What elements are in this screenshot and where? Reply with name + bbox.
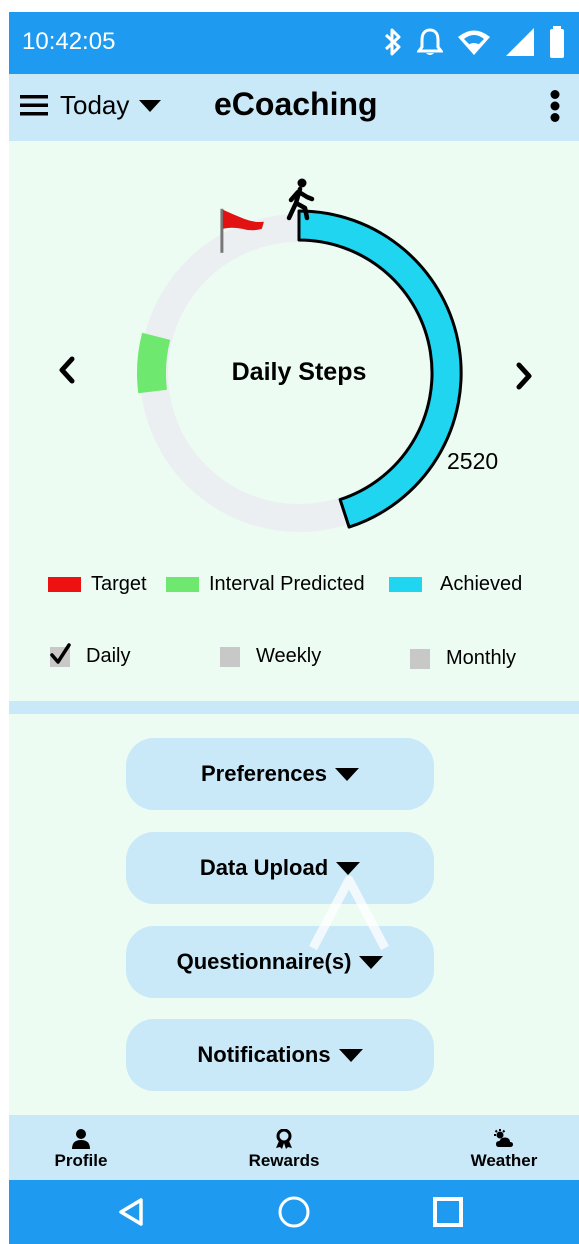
legend-swatch-achieved (389, 577, 422, 592)
award-icon (276, 1129, 292, 1149)
caret-down-icon (139, 99, 162, 112)
caret-down-icon (338, 1048, 363, 1062)
notifications-button-label: Notifications (197, 1042, 331, 1067)
person-icon (72, 1129, 90, 1149)
period-option-label: Weekly (256, 645, 322, 667)
bottom-navigation: Profile Rewards Weather (9, 1115, 579, 1180)
more-vertical-icon[interactable] (549, 90, 561, 122)
period-options: Daily Weekly Monthly (9, 642, 579, 675)
status-time: 10:42:05 (22, 28, 116, 55)
tab-weather[interactable]: Weather (464, 1129, 544, 1171)
status-icons (383, 26, 565, 58)
app-title: eCoaching (214, 86, 378, 122)
legend-label: Interval Predicted (209, 573, 365, 595)
legend-item-interval-predicted: Interval Predicted (166, 573, 365, 596)
tab-label: Rewards (248, 1151, 320, 1170)
tab-profile[interactable]: Profile (49, 1129, 113, 1171)
interval-predicted-arc (137, 332, 171, 394)
period-option-label: Monthly (446, 647, 517, 669)
status-bar: 10:42:05 (9, 12, 579, 74)
period-option-monthly[interactable]: Monthly (410, 647, 516, 670)
scroll-up-icon[interactable] (307, 874, 391, 954)
tab-label: Weather (470, 1151, 538, 1170)
legend-item-target: Target (48, 573, 147, 596)
tab-label: Profile (54, 1151, 108, 1170)
app-bar: Today eCoaching (9, 74, 579, 141)
hamburger-menu-icon[interactable] (20, 93, 48, 117)
chevron-left-icon[interactable] (57, 356, 77, 384)
back-icon[interactable] (117, 1197, 147, 1227)
daily-steps-ring-chart (137, 178, 463, 532)
period-option-weekly[interactable]: Weekly (220, 645, 321, 668)
tab-rewards[interactable]: Rewards (244, 1129, 324, 1171)
legend-item-achieved: Achieved (389, 573, 522, 596)
preferences-button-label: Preferences (201, 761, 327, 786)
signal-icon (506, 28, 534, 56)
battery-icon (550, 26, 564, 58)
ring-center-label: Daily Steps (231, 358, 367, 386)
period-dropdown-label: Today (60, 90, 130, 120)
weather-icon (494, 1129, 513, 1147)
period-option-daily[interactable]: Daily (50, 642, 131, 668)
recents-icon[interactable] (433, 1197, 463, 1227)
preferences-button[interactable]: Preferences (126, 738, 434, 810)
daily-checkbox[interactable] (50, 642, 71, 667)
app-screen: 10:42:05 Today eCoaching Daily Steps 252… (9, 12, 579, 1244)
bell-icon (417, 28, 443, 55)
achieved-value-label: 2520 (447, 448, 499, 474)
caret-down-icon (359, 955, 384, 969)
legend-swatch-target (48, 577, 81, 592)
weekly-checkbox[interactable] (220, 646, 240, 667)
notifications-button[interactable]: Notifications (126, 1019, 434, 1091)
period-dropdown[interactable]: Today (60, 90, 162, 121)
system-navigation-bar (9, 1180, 579, 1244)
period-option-label: Daily (86, 645, 131, 667)
bluetooth-icon (384, 28, 401, 56)
monthly-checkbox[interactable] (410, 648, 430, 669)
legend-label: Achieved (440, 573, 523, 595)
caret-down-icon (334, 767, 359, 781)
legend-swatch-interval-predicted (166, 577, 199, 592)
checkmark-icon (50, 642, 71, 664)
panel-divider (9, 701, 579, 714)
home-icon[interactable] (277, 1195, 311, 1229)
chart-legend: Target Interval Predicted Achieved (9, 573, 579, 603)
chevron-right-icon[interactable] (514, 362, 534, 390)
legend-label: Target (91, 573, 147, 595)
caret-down-icon (336, 861, 361, 875)
wifi-icon (458, 30, 490, 55)
